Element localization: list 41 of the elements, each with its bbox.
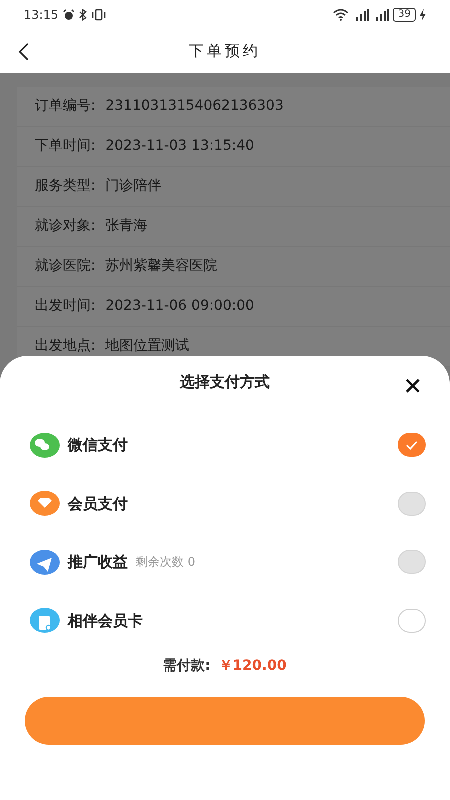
field-value: 2023-11-06 09:00:00 <box>106 297 254 316</box>
field-label: 就诊医院: <box>35 257 96 276</box>
field-value: 地图位置测试 <box>106 337 190 356</box>
method-name: 会员支付 <box>68 494 128 514</box>
wifi-icon <box>333 9 350 21</box>
vibrate-icon <box>90 9 107 21</box>
charging-icon <box>420 9 426 21</box>
field-label: 订单编号: <box>35 97 96 116</box>
paper-plane-icon <box>30 550 60 575</box>
field-value: 2023-11-03 13:15:40 <box>106 137 254 156</box>
wechat-icon <box>30 432 60 458</box>
field-label: 出发时间: <box>35 297 96 316</box>
field-label: 就诊对象: <box>35 217 96 236</box>
signal-icon <box>373 9 390 21</box>
back-icon[interactable] <box>18 43 30 61</box>
method-name: 微信支付 <box>68 435 128 456</box>
close-icon[interactable] <box>406 379 420 393</box>
field-label: 下单时间: <box>35 137 96 156</box>
alarm-icon <box>62 9 75 21</box>
field-value: 苏州紫馨美容医院 <box>106 257 218 276</box>
sheet-title: 选择支付方式 <box>180 372 270 393</box>
status-time: 13:15 <box>24 7 59 24</box>
field-value: 门诊陪伴 <box>106 177 162 196</box>
amount-label: 需付款: <box>163 657 211 676</box>
method-name: 相伴会员卡 <box>68 610 143 632</box>
pay-button[interactable] <box>25 697 425 745</box>
bluetooth-icon <box>78 9 87 21</box>
page-title: 下单预约 <box>189 41 261 62</box>
battery-level: 39 <box>393 8 416 22</box>
card-icon <box>30 608 60 634</box>
field-label: 服务类型: <box>35 177 96 196</box>
radio-button[interactable] <box>398 433 426 458</box>
field-value: 张青海 <box>106 217 148 236</box>
method-note: 剩余次数 0 <box>136 554 196 572</box>
field-label: 出发地点: <box>35 337 96 356</box>
method-name: 推广收益 <box>68 552 128 573</box>
radio-button[interactable] <box>398 608 426 633</box>
check-icon <box>406 440 418 450</box>
amount-value: ￥120.00 <box>218 657 287 676</box>
signal-icon <box>353 9 370 21</box>
field-value: 23110313154062136303 <box>106 97 284 116</box>
